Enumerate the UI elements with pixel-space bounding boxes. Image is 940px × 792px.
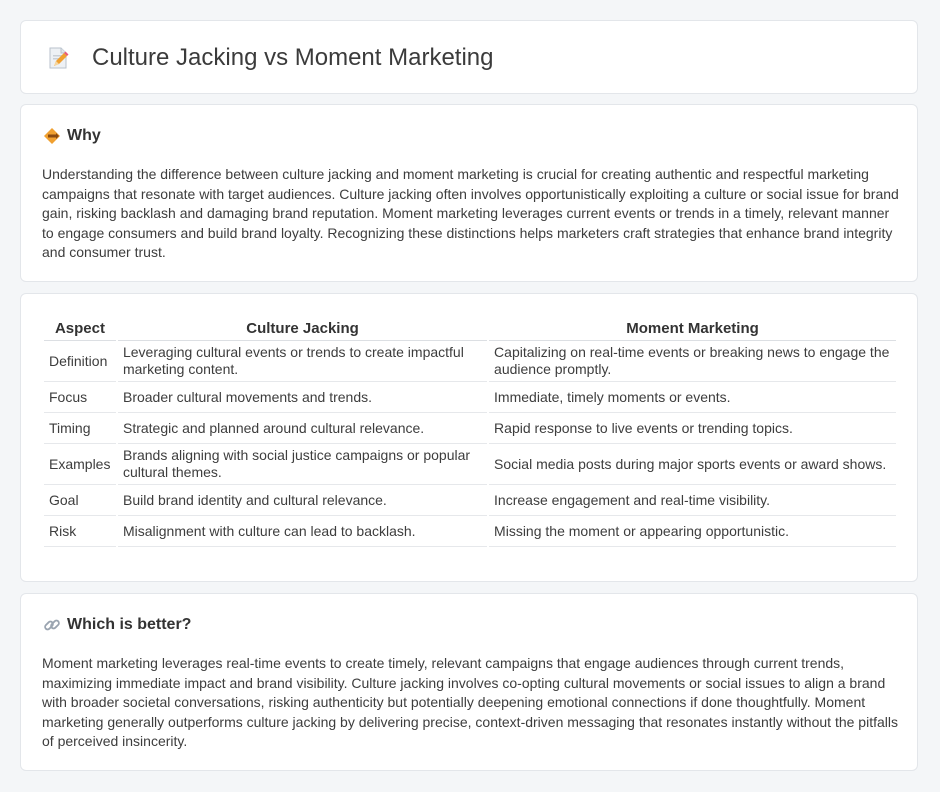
table-row: Definition Leveraging cultural events or… xyxy=(44,341,896,382)
diamond-sign-icon xyxy=(43,127,61,145)
header-culture-jacking: Culture Jacking xyxy=(117,314,488,341)
better-heading: Which is better? xyxy=(67,616,192,633)
document-edit-icon xyxy=(45,45,71,71)
table-row: Examples Brands aligning with social jus… xyxy=(44,444,896,485)
why-section: Why Understanding the difference between… xyxy=(20,104,918,282)
cell-moment-marketing: Increase engagement and real-time visibi… xyxy=(489,485,896,516)
table-row: Risk Misalignment with culture can lead … xyxy=(44,516,896,547)
cell-aspect: Examples xyxy=(44,444,116,485)
cell-aspect: Goal xyxy=(44,485,116,516)
cell-culture-jacking: Build brand identity and cultural releva… xyxy=(117,485,488,516)
page-title: Culture Jacking vs Moment Marketing xyxy=(92,44,494,71)
cell-moment-marketing: Capitalizing on real-time events or brea… xyxy=(489,341,896,382)
title-card: Culture Jacking vs Moment Marketing xyxy=(20,20,918,94)
better-text: Moment marketing leverages real-time eve… xyxy=(42,655,898,750)
table-row: Goal Build brand identity and cultural r… xyxy=(44,485,896,516)
cell-culture-jacking: Leveraging cultural events or trends to … xyxy=(117,341,488,382)
cell-aspect: Definition xyxy=(44,341,116,382)
cell-moment-marketing: Missing the moment or appearing opportun… xyxy=(489,516,896,547)
table-header-row: Aspect Culture Jacking Moment Marketing xyxy=(44,314,896,341)
cell-moment-marketing: Social media posts during major sports e… xyxy=(489,444,896,485)
why-header: Why xyxy=(43,127,101,145)
cell-moment-marketing: Immediate, timely moments or events. xyxy=(489,382,896,413)
cell-culture-jacking: Broader cultural movements and trends. xyxy=(117,382,488,413)
cell-culture-jacking: Brands aligning with social justice camp… xyxy=(117,444,488,485)
table-row: Focus Broader cultural movements and tre… xyxy=(44,382,896,413)
why-text: Understanding the difference between cul… xyxy=(42,166,899,261)
cell-moment-marketing: Rapid response to live events or trendin… xyxy=(489,413,896,444)
comparison-table: Aspect Culture Jacking Moment Marketing … xyxy=(42,314,898,547)
header-moment-marketing: Moment Marketing xyxy=(489,314,896,341)
why-heading: Why xyxy=(67,127,101,144)
which-is-better-section: Which is better? Moment marketing levera… xyxy=(20,593,918,771)
cell-culture-jacking: Misalignment with culture can lead to ba… xyxy=(117,516,488,547)
link-icon xyxy=(43,616,61,634)
header-aspect: Aspect xyxy=(44,314,116,341)
comparison-section: Aspect Culture Jacking Moment Marketing … xyxy=(20,293,918,582)
table-row: Timing Strategic and planned around cult… xyxy=(44,413,896,444)
cell-aspect: Focus xyxy=(44,382,116,413)
cell-aspect: Risk xyxy=(44,516,116,547)
better-header: Which is better? xyxy=(43,616,191,634)
cell-aspect: Timing xyxy=(44,413,116,444)
cell-culture-jacking: Strategic and planned around cultural re… xyxy=(117,413,488,444)
